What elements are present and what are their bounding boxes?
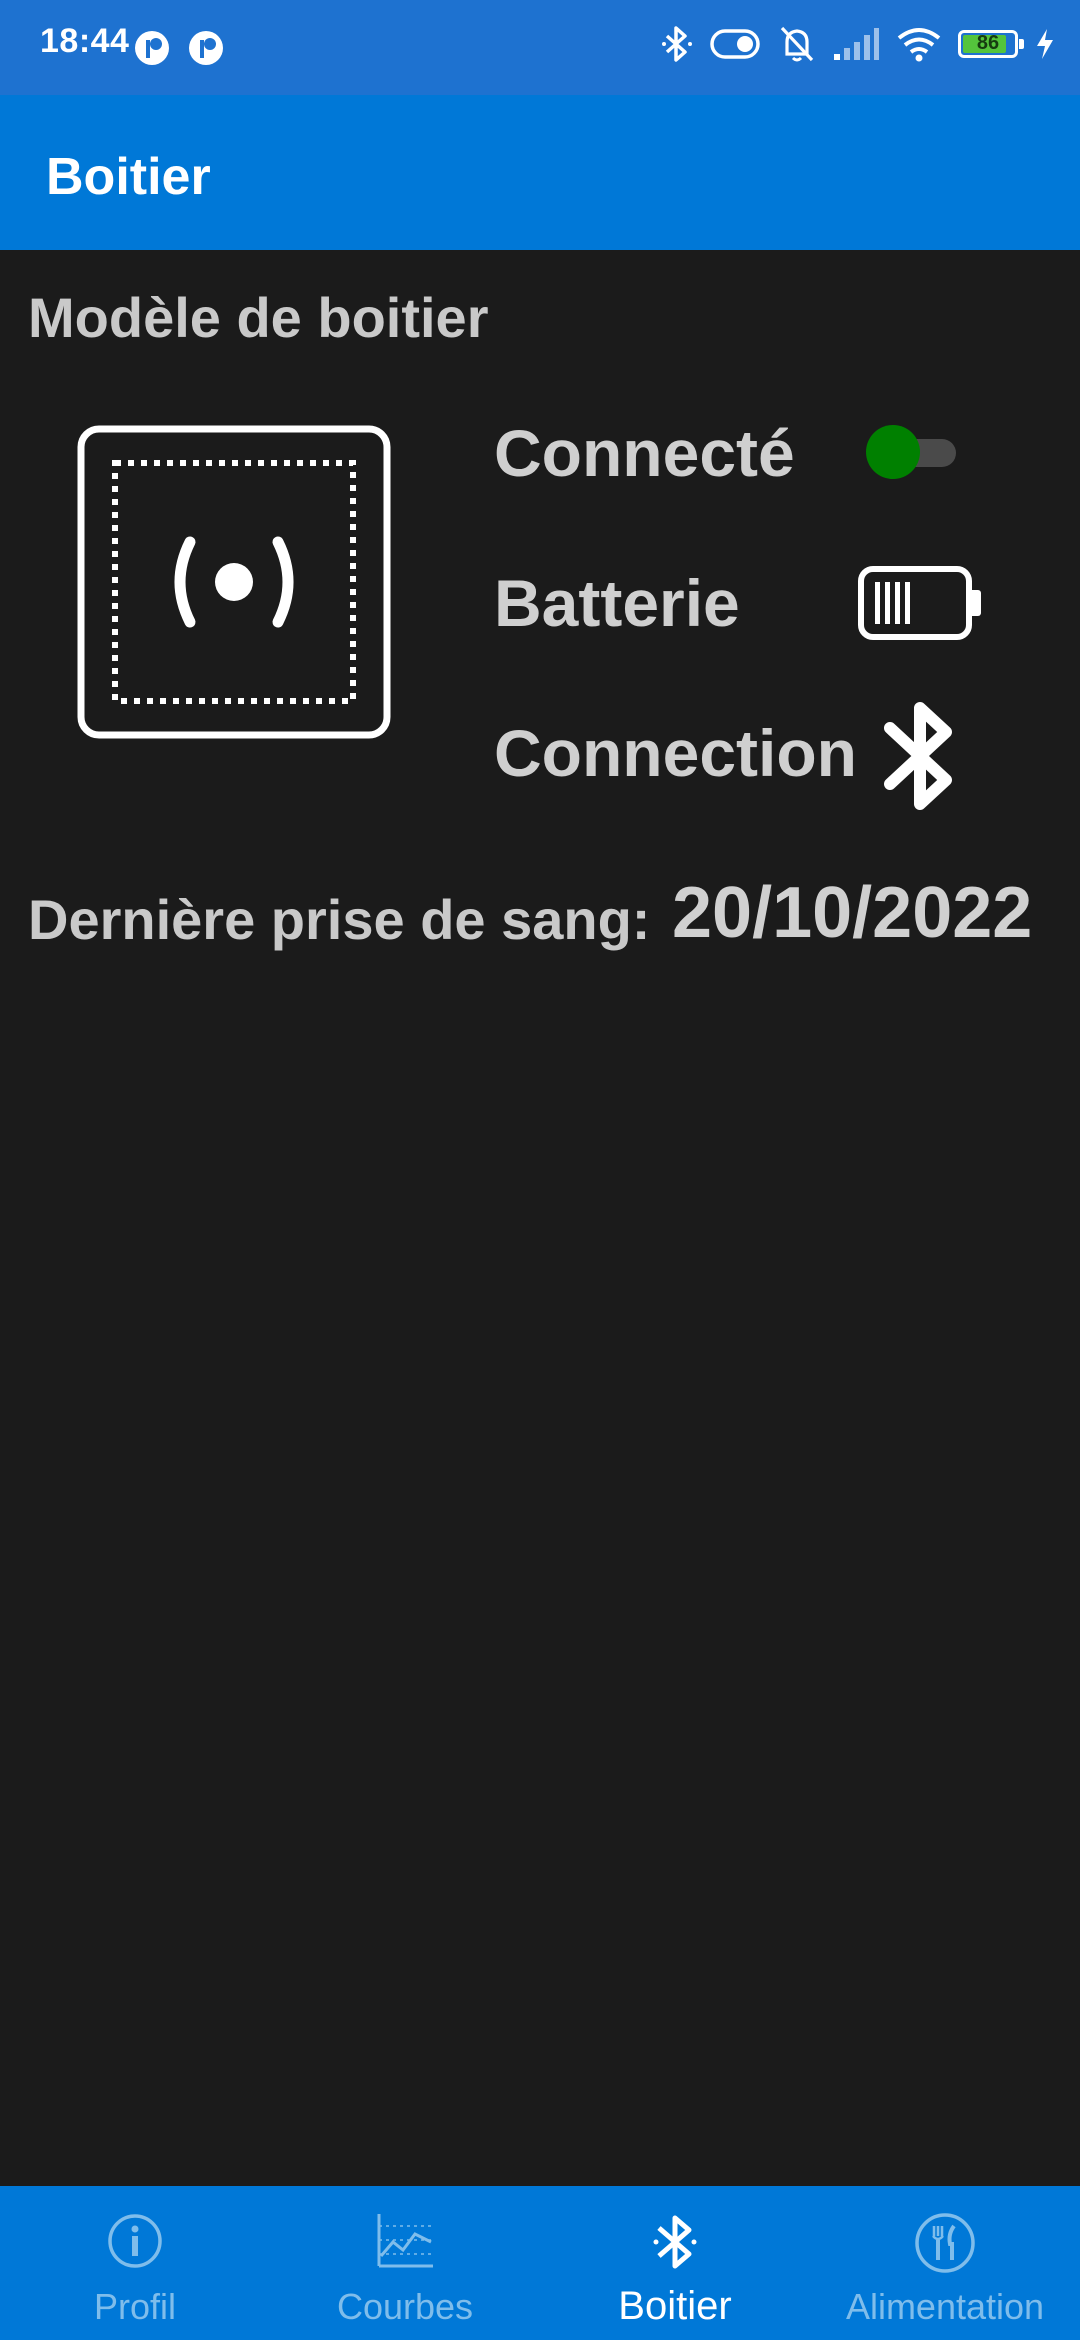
tab-profil[interactable]: Profil <box>0 2186 270 2340</box>
section-title: Modèle de boitier <box>28 286 489 349</box>
tab-label: Courbes <box>336 2286 474 2327</box>
bottom-nav: Profil Courbes Boitier Alimentation <box>0 2186 1080 2340</box>
tab-label: Profil <box>93 2286 177 2327</box>
info-icon <box>108 2214 162 2268</box>
toggle-icon <box>710 29 760 59</box>
charging-bolt-icon <box>1037 29 1053 59</box>
battery-icon <box>858 566 981 640</box>
chart-icon <box>377 2214 433 2268</box>
status-notification-icons <box>132 28 226 68</box>
status-system-icons: 86 <box>660 24 1056 64</box>
app-bar: Boitier <box>0 95 1080 250</box>
connected-toggle[interactable] <box>866 425 956 479</box>
status-bar: 18:44 86 <box>0 0 1080 95</box>
status-battery-icon: 86 <box>958 30 1024 58</box>
bluetooth-icon <box>662 26 692 62</box>
bluetooth-icon <box>884 702 952 810</box>
restaurant-icon <box>915 2213 975 2273</box>
status-time: 18:44 <box>40 22 130 60</box>
battery-label: Batterie <box>494 566 740 640</box>
status-battery-level: 86 <box>976 32 1000 54</box>
connection-label: Connection <box>494 716 857 790</box>
connected-label: Connecté <box>494 416 795 490</box>
app-notification-icon <box>135 31 169 65</box>
tab-label: Alimentation <box>845 2286 1045 2327</box>
bluetooth-icon <box>653 2215 697 2269</box>
page-title: Boitier <box>46 148 211 206</box>
wifi-icon <box>897 28 941 62</box>
last-sample-date: 20/10/2022 <box>672 873 1033 953</box>
signal-box-icon <box>77 425 391 739</box>
tab-label: Boitier <box>618 2284 732 2328</box>
tab-alimentation[interactable]: Alimentation <box>810 2186 1080 2340</box>
tab-courbes[interactable]: Courbes <box>270 2186 540 2340</box>
tab-boitier[interactable]: Boitier <box>540 2186 810 2340</box>
app-notification-icon <box>189 31 223 65</box>
bell-off-icon <box>780 26 814 62</box>
signal-icon <box>834 28 879 60</box>
last-sample-label: Dernière prise de sang: <box>28 888 651 951</box>
